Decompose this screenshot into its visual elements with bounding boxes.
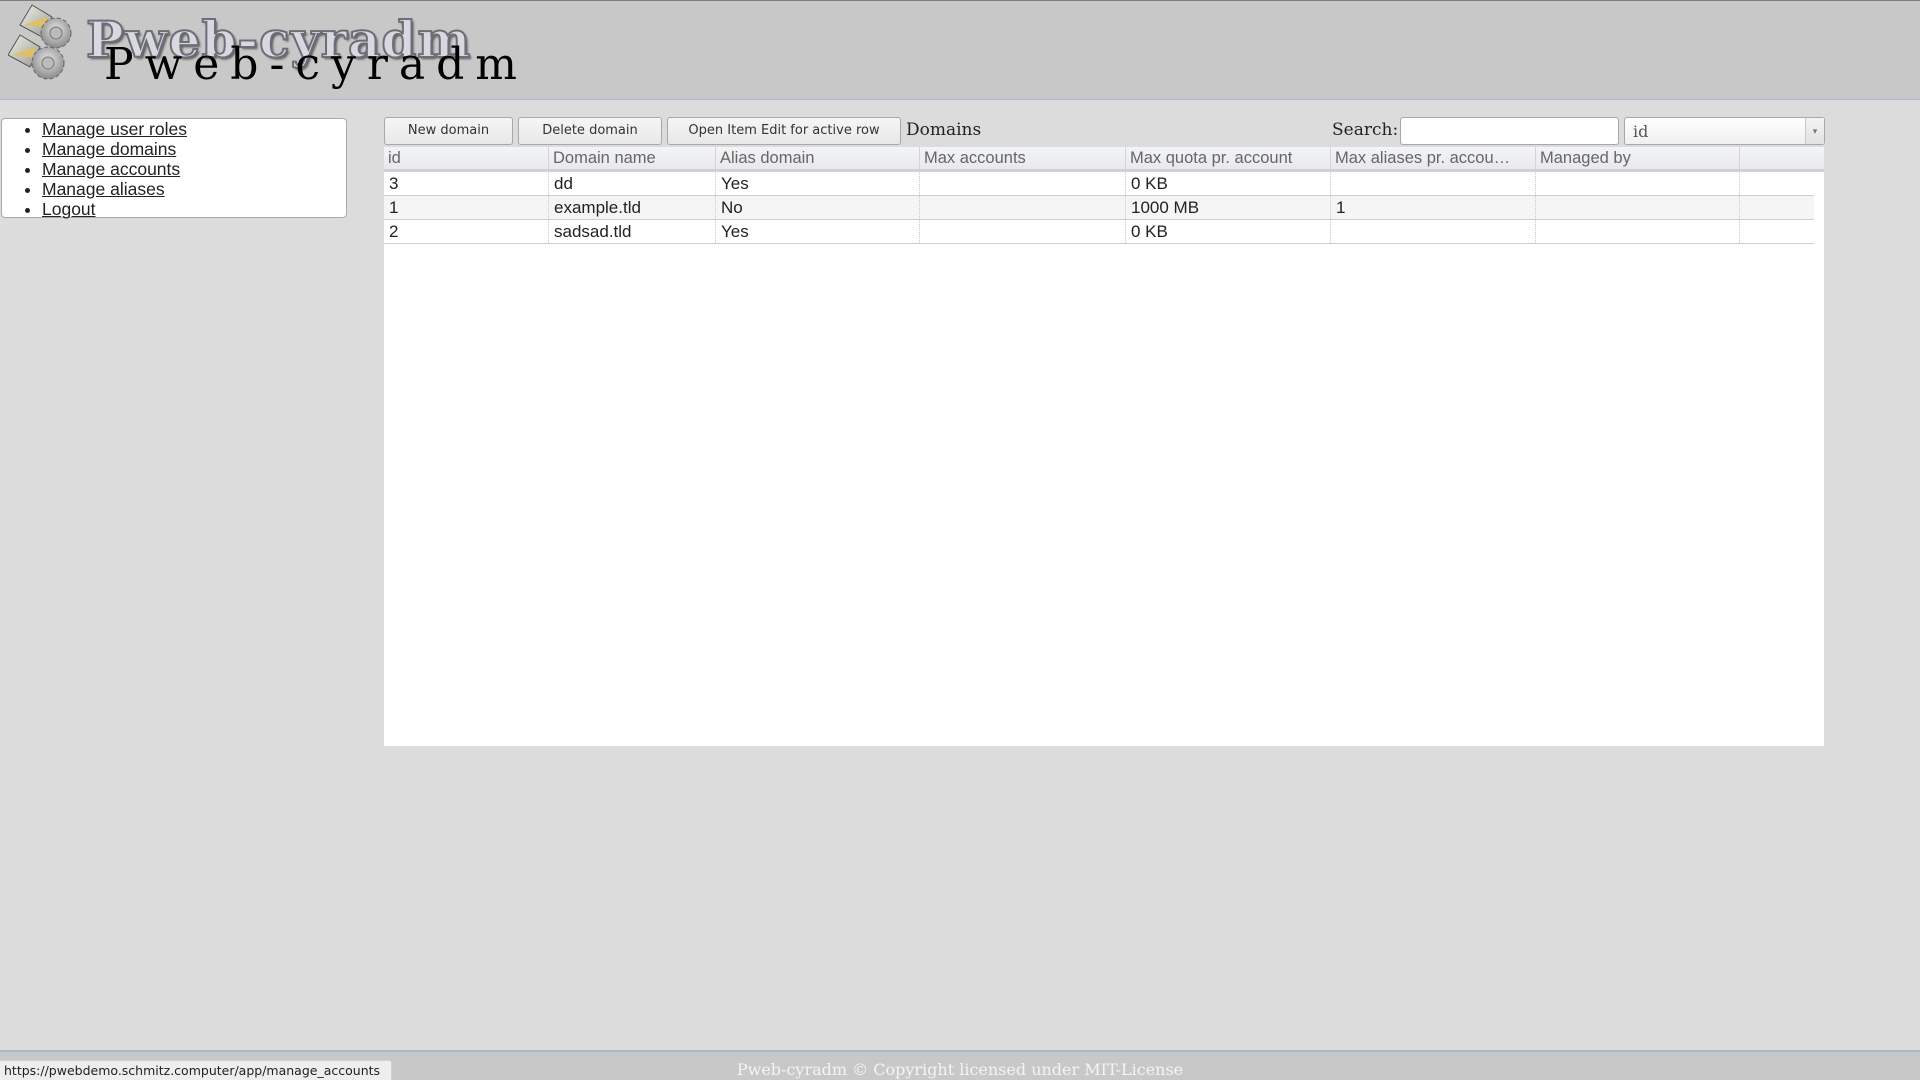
cell-domain-name: sadsad.tld <box>549 220 716 243</box>
nav-item-manage-user-roles: Manage user roles <box>42 119 346 139</box>
table-row[interactable]: 1 example.tld No 1000 MB 1 <box>384 196 1814 220</box>
new-domain-button[interactable]: New domain <box>384 117 513 145</box>
table-row[interactable]: 3 dd Yes 0 KB <box>384 172 1814 196</box>
open-item-edit-button[interactable]: Open Item Edit for active row <box>667 117 901 145</box>
cell-alias-domain: Yes <box>716 220 920 243</box>
cell-max-aliases: 1 <box>1331 196 1536 219</box>
app-title: Pweb-cyradm <box>104 39 528 90</box>
cell-max-quota: 0 KB <box>1126 220 1331 243</box>
delete-domain-button[interactable]: Delete domain <box>518 117 662 145</box>
chevron-down-icon[interactable]: ▾ <box>1805 118 1824 144</box>
cell-max-quota: 0 KB <box>1126 172 1331 195</box>
logo-mail-gears-icon <box>8 4 72 80</box>
cell-max-aliases <box>1331 220 1536 243</box>
nav-item-manage-accounts: Manage accounts <box>42 159 346 179</box>
manage-user-roles-link[interactable]: Manage user roles <box>42 119 187 139</box>
cell-max-accounts <box>920 172 1126 195</box>
manage-aliases-link[interactable]: Manage aliases <box>42 179 165 199</box>
table-row[interactable]: 2 sadsad.tld Yes 0 KB <box>384 220 1814 244</box>
search-input[interactable] <box>1400 117 1619 145</box>
manage-accounts-link[interactable]: Manage accounts <box>42 159 180 179</box>
status-bar-url: https://pwebdemo.schmitz.computer/app/ma… <box>0 1060 392 1080</box>
cell-id: 2 <box>384 220 549 243</box>
cell-max-accounts <box>920 196 1126 219</box>
search-field-selected-value: id <box>1633 122 1649 141</box>
cell-managed-by <box>1536 220 1740 243</box>
column-header-max-aliases[interactable]: Max aliases pr. accou… <box>1331 147 1536 169</box>
manage-domains-link[interactable]: Manage domains <box>42 139 176 159</box>
grid-header-row: id Domain name Alias domain Max accounts… <box>384 147 1824 172</box>
cell-id: 3 <box>384 172 549 195</box>
cell-managed-by <box>1536 196 1740 219</box>
sidebar-nav: Manage user roles Manage domains Manage … <box>1 118 347 219</box>
cell-alias-domain: No <box>716 196 920 219</box>
app-header: Pweb-cyradm Pweb-cyradm <box>0 0 1920 100</box>
column-header-max-accounts[interactable]: Max accounts <box>920 147 1126 169</box>
logout-link[interactable]: Logout <box>42 199 96 219</box>
nav-item-manage-domains: Manage domains <box>42 139 346 159</box>
grid-title: Domains <box>906 120 982 140</box>
column-header-alias-domain[interactable]: Alias domain <box>716 147 920 169</box>
cell-max-quota: 1000 MB <box>1126 196 1331 219</box>
search-field-select[interactable]: id ▾ <box>1624 117 1825 145</box>
column-header-max-quota[interactable]: Max quota pr. account <box>1126 147 1331 169</box>
cell-max-aliases <box>1331 172 1536 195</box>
cell-max-accounts <box>920 220 1126 243</box>
search-label: Search: <box>1332 120 1399 140</box>
nav-item-logout: Logout <box>42 199 346 219</box>
cell-id: 1 <box>384 196 549 219</box>
cell-managed-by <box>1536 172 1740 195</box>
cell-domain-name: example.tld <box>549 196 716 219</box>
nav-item-manage-aliases: Manage aliases <box>42 179 346 199</box>
column-header-domain-name[interactable]: Domain name <box>549 147 716 169</box>
cell-domain-name: dd <box>549 172 716 195</box>
column-header-id[interactable]: id <box>384 147 549 169</box>
column-header-managed-by[interactable]: Managed by <box>1536 147 1740 169</box>
cell-alias-domain: Yes <box>716 172 920 195</box>
